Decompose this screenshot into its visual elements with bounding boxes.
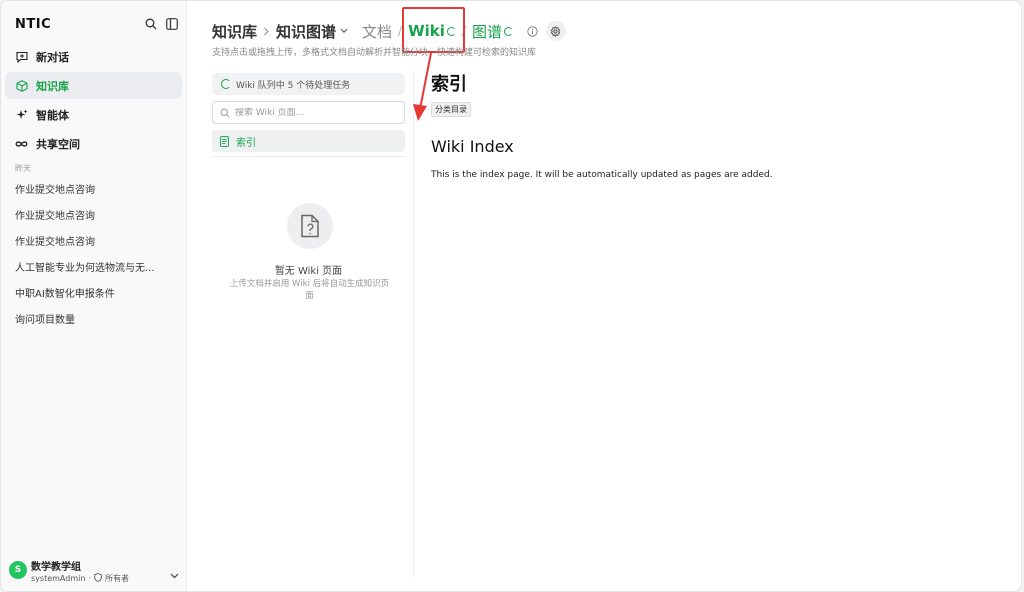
chevron-right-icon: [263, 22, 270, 40]
history-item[interactable]: 中职AI数智化申报条件: [5, 279, 182, 305]
search-icon[interactable]: [144, 17, 157, 30]
page-subtitle: 支持点击或拖拽上传，多格式文档自动解析并智能分块，快速构建可检索的知识库: [212, 48, 537, 58]
breadcrumb: 知识库 知识图谱 文档 / Wiki / 图谱: [212, 19, 566, 43]
empty-state-icon: [287, 203, 333, 249]
history-item[interactable]: 作业提交地点咨询: [5, 227, 182, 253]
wiki-paragraph: This is the index page. It will be autom…: [431, 170, 773, 180]
search-icon: [220, 107, 230, 118]
wiki-search-input[interactable]: [235, 107, 395, 118]
sidebar-item-agents[interactable]: 智能体: [5, 101, 182, 128]
chevron-down-icon: [340, 28, 348, 34]
tab-docs[interactable]: 文档: [362, 21, 392, 42]
empty-state-title: 暂无 Wiki 页面: [274, 266, 343, 277]
user-profile[interactable]: S 数学教学组 systemAdmin · 所有者: [9, 557, 181, 585]
settings-button[interactable]: [545, 21, 566, 41]
wiki-page-item-label: 索引: [236, 137, 256, 149]
graph-dropdown[interactable]: 知识图谱: [276, 21, 348, 42]
divider: [212, 156, 405, 157]
wiki-queue-status: Wiki 队列中 5 个待处理任务: [212, 73, 405, 95]
loading-spinner-icon: [221, 79, 231, 89]
history-item[interactable]: 人工智能专业为何选物流与无...: [5, 253, 182, 279]
chevron-down-icon[interactable]: [170, 564, 179, 583]
category-tag[interactable]: 分类目录: [431, 102, 471, 117]
wiki-search-box[interactable]: [212, 101, 405, 124]
meta-separator: ·: [88, 574, 91, 583]
queue-text: Wiki 队列中 5 个待处理任务: [236, 80, 351, 91]
user-meta: systemAdmin · 所有者: [31, 573, 129, 584]
info-icon[interactable]: [527, 25, 538, 37]
sidebar-item-label: 智能体: [36, 108, 69, 122]
history-item[interactable]: 询问项目数量: [5, 305, 182, 331]
infinity-icon: [15, 137, 28, 150]
wiki-page-item-index[interactable]: 索引: [212, 130, 405, 152]
app-logo: NTIC: [15, 17, 52, 32]
document-icon: [220, 135, 229, 147]
sidebar-top-icons: [144, 17, 178, 30]
avatar: S: [9, 561, 27, 579]
empty-state-description: 上传文档并启用 Wiki 后将自动生成知识页面: [229, 279, 390, 301]
document-question-icon: [301, 214, 319, 238]
wiki-page-content: 索引 分类目录 Wiki Index This is the index pag…: [431, 73, 1001, 180]
breadcrumb-knowledge-base[interactable]: 知识库: [212, 21, 257, 42]
tab-graph[interactable]: 图谱: [472, 21, 513, 42]
sidebar-item-new-chat[interactable]: 新对话: [5, 43, 182, 70]
sidebar-item-shared-space[interactable]: 共享空间: [5, 130, 182, 157]
sidebar: NTIC 新对话 知识库 智能体 共享空间 昨天 作业提交地点咨询 作业提交地点…: [1, 1, 187, 591]
wiki-heading: Wiki Index: [431, 137, 514, 156]
sidebar-item-knowledge-base[interactable]: 知识库: [5, 72, 182, 99]
knowledge-cube-icon: [15, 79, 28, 92]
history-item[interactable]: 作业提交地点咨询: [5, 201, 182, 227]
panel-divider: [413, 71, 414, 577]
sidebar-item-label: 知识库: [36, 79, 69, 93]
history-item[interactable]: 作业提交地点咨询: [5, 175, 182, 201]
sidebar-item-label: 共享空间: [36, 137, 80, 151]
page-title: 索引: [431, 74, 467, 95]
sidebar-nav: 新对话 知识库 智能体 共享空间: [5, 43, 182, 159]
app-window: NTIC 新对话 知识库 智能体 共享空间 昨天 作业提交地点咨询 作业提交地点…: [0, 0, 1022, 592]
loading-spinner-icon: [503, 26, 513, 36]
tab-graph-label: 图谱: [471, 22, 502, 41]
gear-icon: [551, 25, 561, 37]
user-account: systemAdmin: [31, 574, 86, 583]
sidebar-item-label: 新对话: [36, 50, 69, 64]
sidebar-toggle-icon[interactable]: [165, 17, 178, 30]
main-area: 知识库 知识图谱 文档 / Wiki / 图谱 支持点击或拖拽上传，多格式文档自…: [187, 1, 1021, 591]
graph-dropdown-label: 知识图谱: [276, 22, 337, 41]
user-name: 数学教学组: [31, 562, 81, 573]
sparkle-icon: [15, 108, 28, 121]
user-role: 所有者: [104, 574, 129, 583]
chat-add-icon: [15, 50, 28, 63]
history-section-label: 昨天: [15, 164, 31, 173]
shield-icon: [94, 573, 102, 584]
chat-history-list: 作业提交地点咨询 作业提交地点咨询 作业提交地点咨询 人工智能专业为何选物流与无…: [5, 175, 182, 331]
